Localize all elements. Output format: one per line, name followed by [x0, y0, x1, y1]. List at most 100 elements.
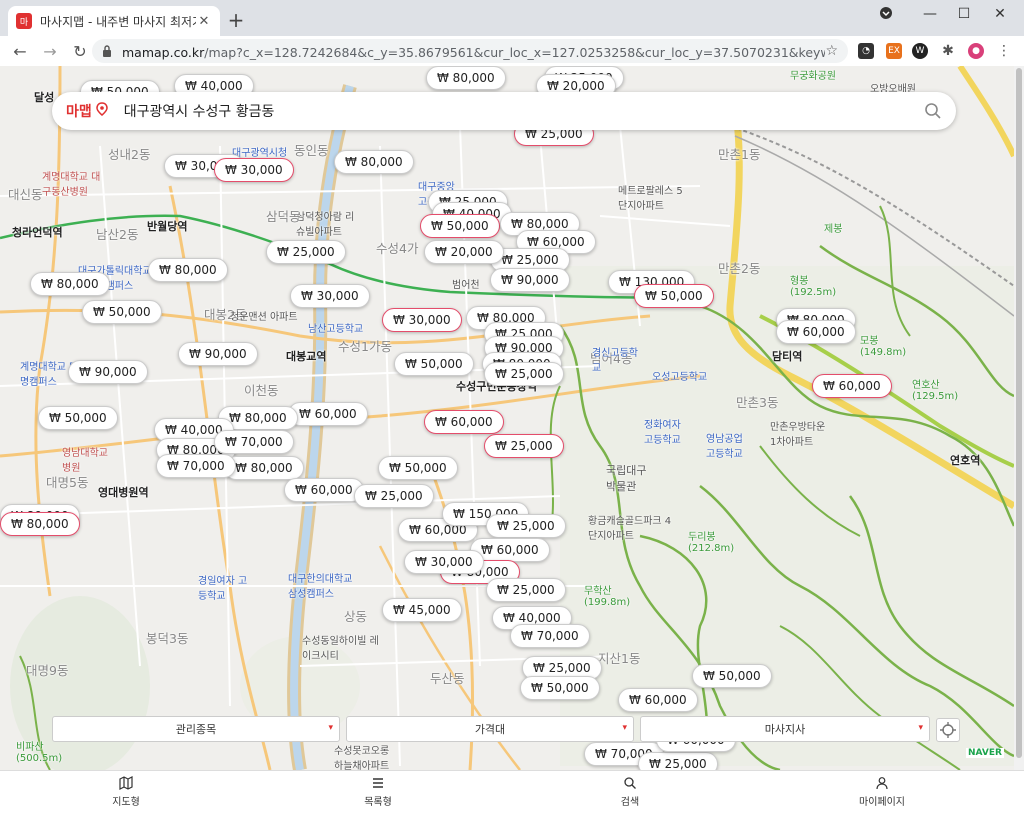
place-label: 상동	[344, 609, 368, 624]
favicon-icon: 마	[16, 13, 32, 29]
price-pin-highlighted[interactable]: ₩ 50,000	[420, 214, 500, 238]
price-pin[interactable]: ₩ 60,000	[284, 478, 364, 502]
price-pin[interactable]: ₩ 80,000	[426, 66, 506, 90]
place-label: 봉덕3동	[146, 631, 189, 646]
price-pin-highlighted[interactable]: ₩ 60,000	[812, 374, 892, 398]
price-pin[interactable]: ₩ 25,000	[486, 578, 566, 602]
place-label: 반월당역	[147, 220, 188, 233]
place-label: 황금캐슬골드파크 4단지아파트	[588, 516, 672, 542]
place-label: 남산2동	[96, 227, 139, 242]
profile-avatar[interactable]: ●	[968, 43, 984, 59]
price-pin[interactable]: ₩ 25,000	[638, 752, 718, 770]
chevron-down-icon: ▾	[622, 723, 627, 733]
price-pin[interactable]: ₩ 25,000	[354, 484, 434, 508]
price-pin[interactable]: ₩ 25,000	[484, 362, 564, 386]
price-pin[interactable]: ₩ 80,000	[334, 150, 414, 174]
brand-logo[interactable]: 마맵	[66, 101, 92, 121]
nav-map-view[interactable]: 지도형	[86, 771, 166, 813]
place-label: 국립대구 박물관	[606, 464, 647, 493]
scrollbar-thumb[interactable]	[1016, 68, 1022, 758]
price-pin[interactable]: ₩ 50,000	[82, 300, 162, 324]
extension-glasses-icon[interactable]: ◔	[858, 43, 874, 59]
page-scrollbar[interactable]	[1014, 66, 1024, 770]
price-pin[interactable]: ₩ 60,000	[288, 402, 368, 426]
minimize-icon[interactable]: —	[918, 6, 942, 26]
new-tab-button[interactable]: +	[226, 10, 246, 30]
bookmark-star-icon[interactable]: ☆	[825, 43, 838, 59]
place-label: 수성못코오롱 하늘채아파트	[334, 746, 390, 770]
filter-price-dropdown[interactable]: 가격대 ▾	[346, 716, 634, 742]
place-label: 무학산 (199.8m)	[584, 586, 631, 608]
reload-icon[interactable]: ↻	[70, 41, 90, 61]
price-pin-highlighted[interactable]: ₩ 60,000	[424, 410, 504, 434]
browser-tab[interactable]: 마 마사지맵 - 내주변 마사지 최저가 ✕	[8, 6, 220, 36]
price-pin[interactable]: ₩ 80,000	[224, 456, 304, 480]
price-pin[interactable]: ₩ 60,000	[618, 688, 698, 712]
maximize-icon[interactable]: ☐	[952, 6, 976, 26]
price-pin[interactable]: ₩ 50,000	[378, 456, 458, 480]
price-pin-highlighted[interactable]: ₩ 25,000	[484, 434, 564, 458]
filter-category-dropdown[interactable]: 관리종목 ▾	[52, 716, 340, 742]
url-text: mamap.co.kr/map?c_x=128.7242684&c_y=35.8…	[122, 44, 826, 60]
filter-label: 관리종목	[175, 723, 217, 736]
tab-search-icon[interactable]	[874, 6, 898, 26]
price-pin[interactable]: ₩ 25,000	[486, 514, 566, 538]
price-pin-highlighted[interactable]: ₩ 50,000	[634, 284, 714, 308]
map-canvas[interactable]: 달성 계명대학교 대구동산병원 대신동 성내2동 남산2동 반월당역 청라언덕역…	[0, 66, 1014, 770]
price-pin-highlighted[interactable]: ₩ 80,000	[0, 512, 80, 536]
address-bar[interactable]: mamap.co.kr/map?c_x=128.7242684&c_y=35.8…	[92, 39, 848, 63]
search-icon[interactable]	[924, 102, 942, 120]
price-pin[interactable]: ₩ 90,000	[178, 342, 258, 366]
price-pin-highlighted[interactable]: ₩ 30,000	[214, 158, 294, 182]
forward-icon[interactable]: →	[40, 41, 60, 61]
place-label: 이천동	[244, 383, 279, 398]
extension-ex-icon[interactable]: EX	[886, 43, 902, 59]
price-pin[interactable]: ₩ 45,000	[382, 598, 462, 622]
price-pin[interactable]: ₩ 90,000	[68, 360, 148, 384]
close-tab-icon[interactable]: ✕	[196, 13, 212, 29]
place-label: 무궁화공원	[790, 71, 836, 82]
place-label: 대구한의대학교 삼성캠퍼스	[288, 574, 353, 600]
price-pin[interactable]: ₩ 50,000	[394, 352, 474, 376]
place-label: 경일여자 고등학교	[198, 576, 248, 602]
nav-search[interactable]: 검색	[590, 771, 670, 813]
filter-therapist-dropdown[interactable]: 마사지사 ▾	[640, 716, 930, 742]
place-label: 모봉 (149.8m)	[860, 336, 907, 358]
search-bar[interactable]: 마맵 대구광역시 수성구 황금동	[52, 92, 956, 130]
place-label: 대신동	[8, 187, 43, 202]
price-pin-highlighted[interactable]: ₩ 30,000	[382, 308, 462, 332]
price-pin[interactable]: ₩ 50,000	[38, 406, 118, 430]
extension-w-icon[interactable]: W	[912, 43, 928, 59]
close-window-icon[interactable]: ✕	[988, 6, 1012, 26]
price-pin[interactable]: ₩ 20,000	[424, 240, 504, 264]
price-pin[interactable]: ₩ 80,000	[30, 272, 110, 296]
browser-chrome: 마 마사지맵 - 내주변 마사지 최저가 ✕ + — ☐ ✕ ← → ↻ mam…	[0, 0, 1024, 66]
back-icon[interactable]: ←	[10, 41, 30, 61]
filter-label: 가격대	[474, 723, 506, 736]
place-label: 연호역	[950, 454, 981, 467]
price-pin[interactable]: ₩ 80,000	[148, 258, 228, 282]
price-pin[interactable]: ₩ 30,000	[290, 284, 370, 308]
place-label: 청운맨션 아파트	[230, 312, 298, 323]
price-pin[interactable]: ₩ 25,000	[266, 240, 346, 264]
nav-my-page[interactable]: 마이페이지	[842, 771, 922, 813]
search-query[interactable]: 대구광역시 수성구 황금동	[124, 101, 924, 121]
map-icon	[119, 776, 133, 790]
nav-list-view[interactable]: 목록형	[338, 771, 418, 813]
map-base-layer	[0, 66, 1014, 770]
price-pin[interactable]: ₩ 90,000	[490, 268, 570, 292]
price-pin[interactable]: ₩ 30,000	[404, 550, 484, 574]
price-pin[interactable]: ₩ 50,000	[520, 676, 600, 700]
price-pin[interactable]: ₩ 70,000	[214, 430, 294, 454]
current-location-button[interactable]	[936, 718, 960, 742]
tab-title: 마사지맵 - 내주변 마사지 최저가	[40, 14, 196, 29]
price-pin[interactable]: ₩ 70,000	[156, 454, 236, 478]
price-pin[interactable]: ₩ 60,000	[776, 320, 856, 344]
place-label: 삼덕청아람 리슈빌아파트	[296, 212, 355, 238]
price-pin[interactable]: ₩ 50,000	[692, 664, 772, 688]
nav-label: 마이페이지	[859, 797, 905, 808]
extensions-puzzle-icon[interactable]: ✱	[940, 43, 956, 59]
place-label: 수성동일하이빌 레이크시티	[302, 636, 379, 662]
menu-dots-icon[interactable]: ⋮	[996, 43, 1012, 59]
price-pin[interactable]: ₩ 70,000	[510, 624, 590, 648]
